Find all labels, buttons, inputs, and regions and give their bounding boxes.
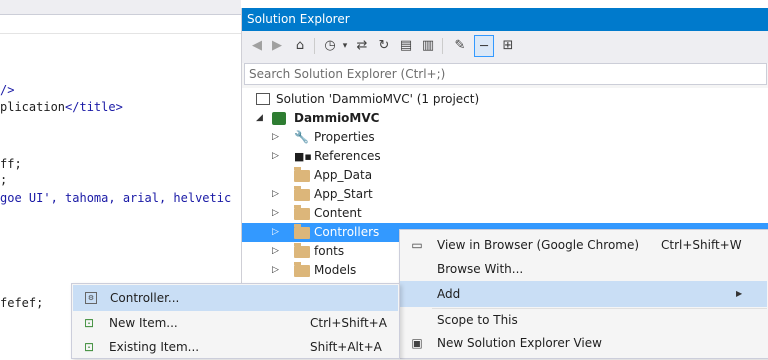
folder-icon [294,262,310,277]
add-submenu: ⚙ Controller... ⊡ New Item... Ctrl+Shift… [71,283,400,359]
menu-item-new-solution-explorer-view[interactable]: ▣ New Solution Explorer View [400,330,768,356]
collapse-icon[interactable]: ▤ [396,35,416,57]
tree-item-app-data[interactable]: App_Data [242,166,768,185]
editor-tab-strip [0,0,241,15]
controller-icon: ⚙ [85,292,97,304]
editor-divider [0,33,241,34]
folder-icon [294,224,310,239]
tree-item-project[interactable]: ◢ DammioMVC [242,109,768,128]
refresh-icon[interactable]: ↻ [374,35,394,57]
collapsed-icon[interactable]: ▷ [272,223,279,242]
home-icon[interactable]: ⌂ [290,35,310,57]
collapsed-icon[interactable]: ▷ [272,242,279,261]
tree-item-properties[interactable]: ▷ 🔧 Properties [242,128,768,147]
code-line: fefef; [0,296,44,310]
menu-item-new-item[interactable]: ⊡ New Item... Ctrl+Shift+A [72,310,399,336]
back-icon[interactable]: ◀ [248,35,266,57]
new-view-icon: ▣ [411,336,423,350]
code-line: ff; [0,157,22,171]
pin-icon[interactable]: ─ [474,35,494,57]
expanded-icon[interactable]: ◢ [256,109,263,128]
code-line: goe UI', tahoma, arial, helvetic [0,191,232,205]
collapsed-icon[interactable]: ▷ [272,261,279,280]
menu-item-view-in-browser[interactable]: ▭ View in Browser (Google Chrome) Ctrl+S… [400,232,768,258]
properties-icon[interactable]: ✎ [450,35,470,57]
search-input[interactable]: Search Solution Explorer (Ctrl+;) [244,63,767,85]
tree-item-content[interactable]: ▷ Content [242,204,768,223]
show-all-files-icon[interactable]: ▥ [418,35,438,57]
wrench-icon: 🔧 [294,130,309,144]
collapsed-icon[interactable]: ▷ [272,128,279,147]
context-menu: ▭ View in Browser (Google Chrome) Ctrl+S… [399,229,768,359]
code-line: /> [0,83,15,97]
new-item-icon: ⊡ [83,316,95,330]
references-icon: ■▪ [294,150,312,163]
folder-icon [294,186,310,201]
tree-item-app-start[interactable]: ▷ App_Start [242,185,768,204]
collapsed-icon[interactable]: ▷ [272,204,279,223]
solution-icon [256,93,270,105]
menu-item-browse-with[interactable]: Browse With... [400,256,768,282]
dropdown-icon[interactable]: ▾ [340,35,350,57]
folder-icon [294,243,310,258]
tree-item-solution[interactable]: Solution 'DammioMVC' (1 project) [242,90,768,109]
history-icon[interactable]: ◷ [320,35,340,57]
toolbar-separator [314,38,315,54]
menu-item-add[interactable]: Add ▶ [400,281,767,307]
folder-icon [294,167,310,182]
collapsed-icon[interactable]: ▷ [272,147,279,166]
submenu-arrow-icon: ▶ [736,289,743,298]
panel-title: Solution Explorer [242,8,768,31]
web-project-icon [272,112,286,125]
forward-icon[interactable]: ▶ [268,35,286,57]
code-line: ; [0,173,8,187]
tree-item-references[interactable]: ▷ ■▪ References [242,147,768,166]
toolbar-separator [442,38,443,54]
class-diagram-icon[interactable]: ⊞ [498,35,518,57]
collapsed-icon[interactable]: ▷ [272,185,279,204]
folder-icon [294,205,310,220]
menu-item-existing-item[interactable]: ⊡ Existing Item... Shift+Alt+A [72,334,399,360]
code-line: plication</title> [0,100,123,114]
sync-icon[interactable]: ⇄ [352,35,372,57]
menu-item-controller[interactable]: ⚙ Controller... [73,285,398,311]
existing-item-icon: ⊡ [83,340,95,354]
browser-icon: ▭ [411,238,423,252]
solution-explorer-toolbar: ◀ ▶ ⌂ ◷ ▾ ⇄ ↻ ▤ ▥ ✎ ─ ⊞ [242,31,768,63]
